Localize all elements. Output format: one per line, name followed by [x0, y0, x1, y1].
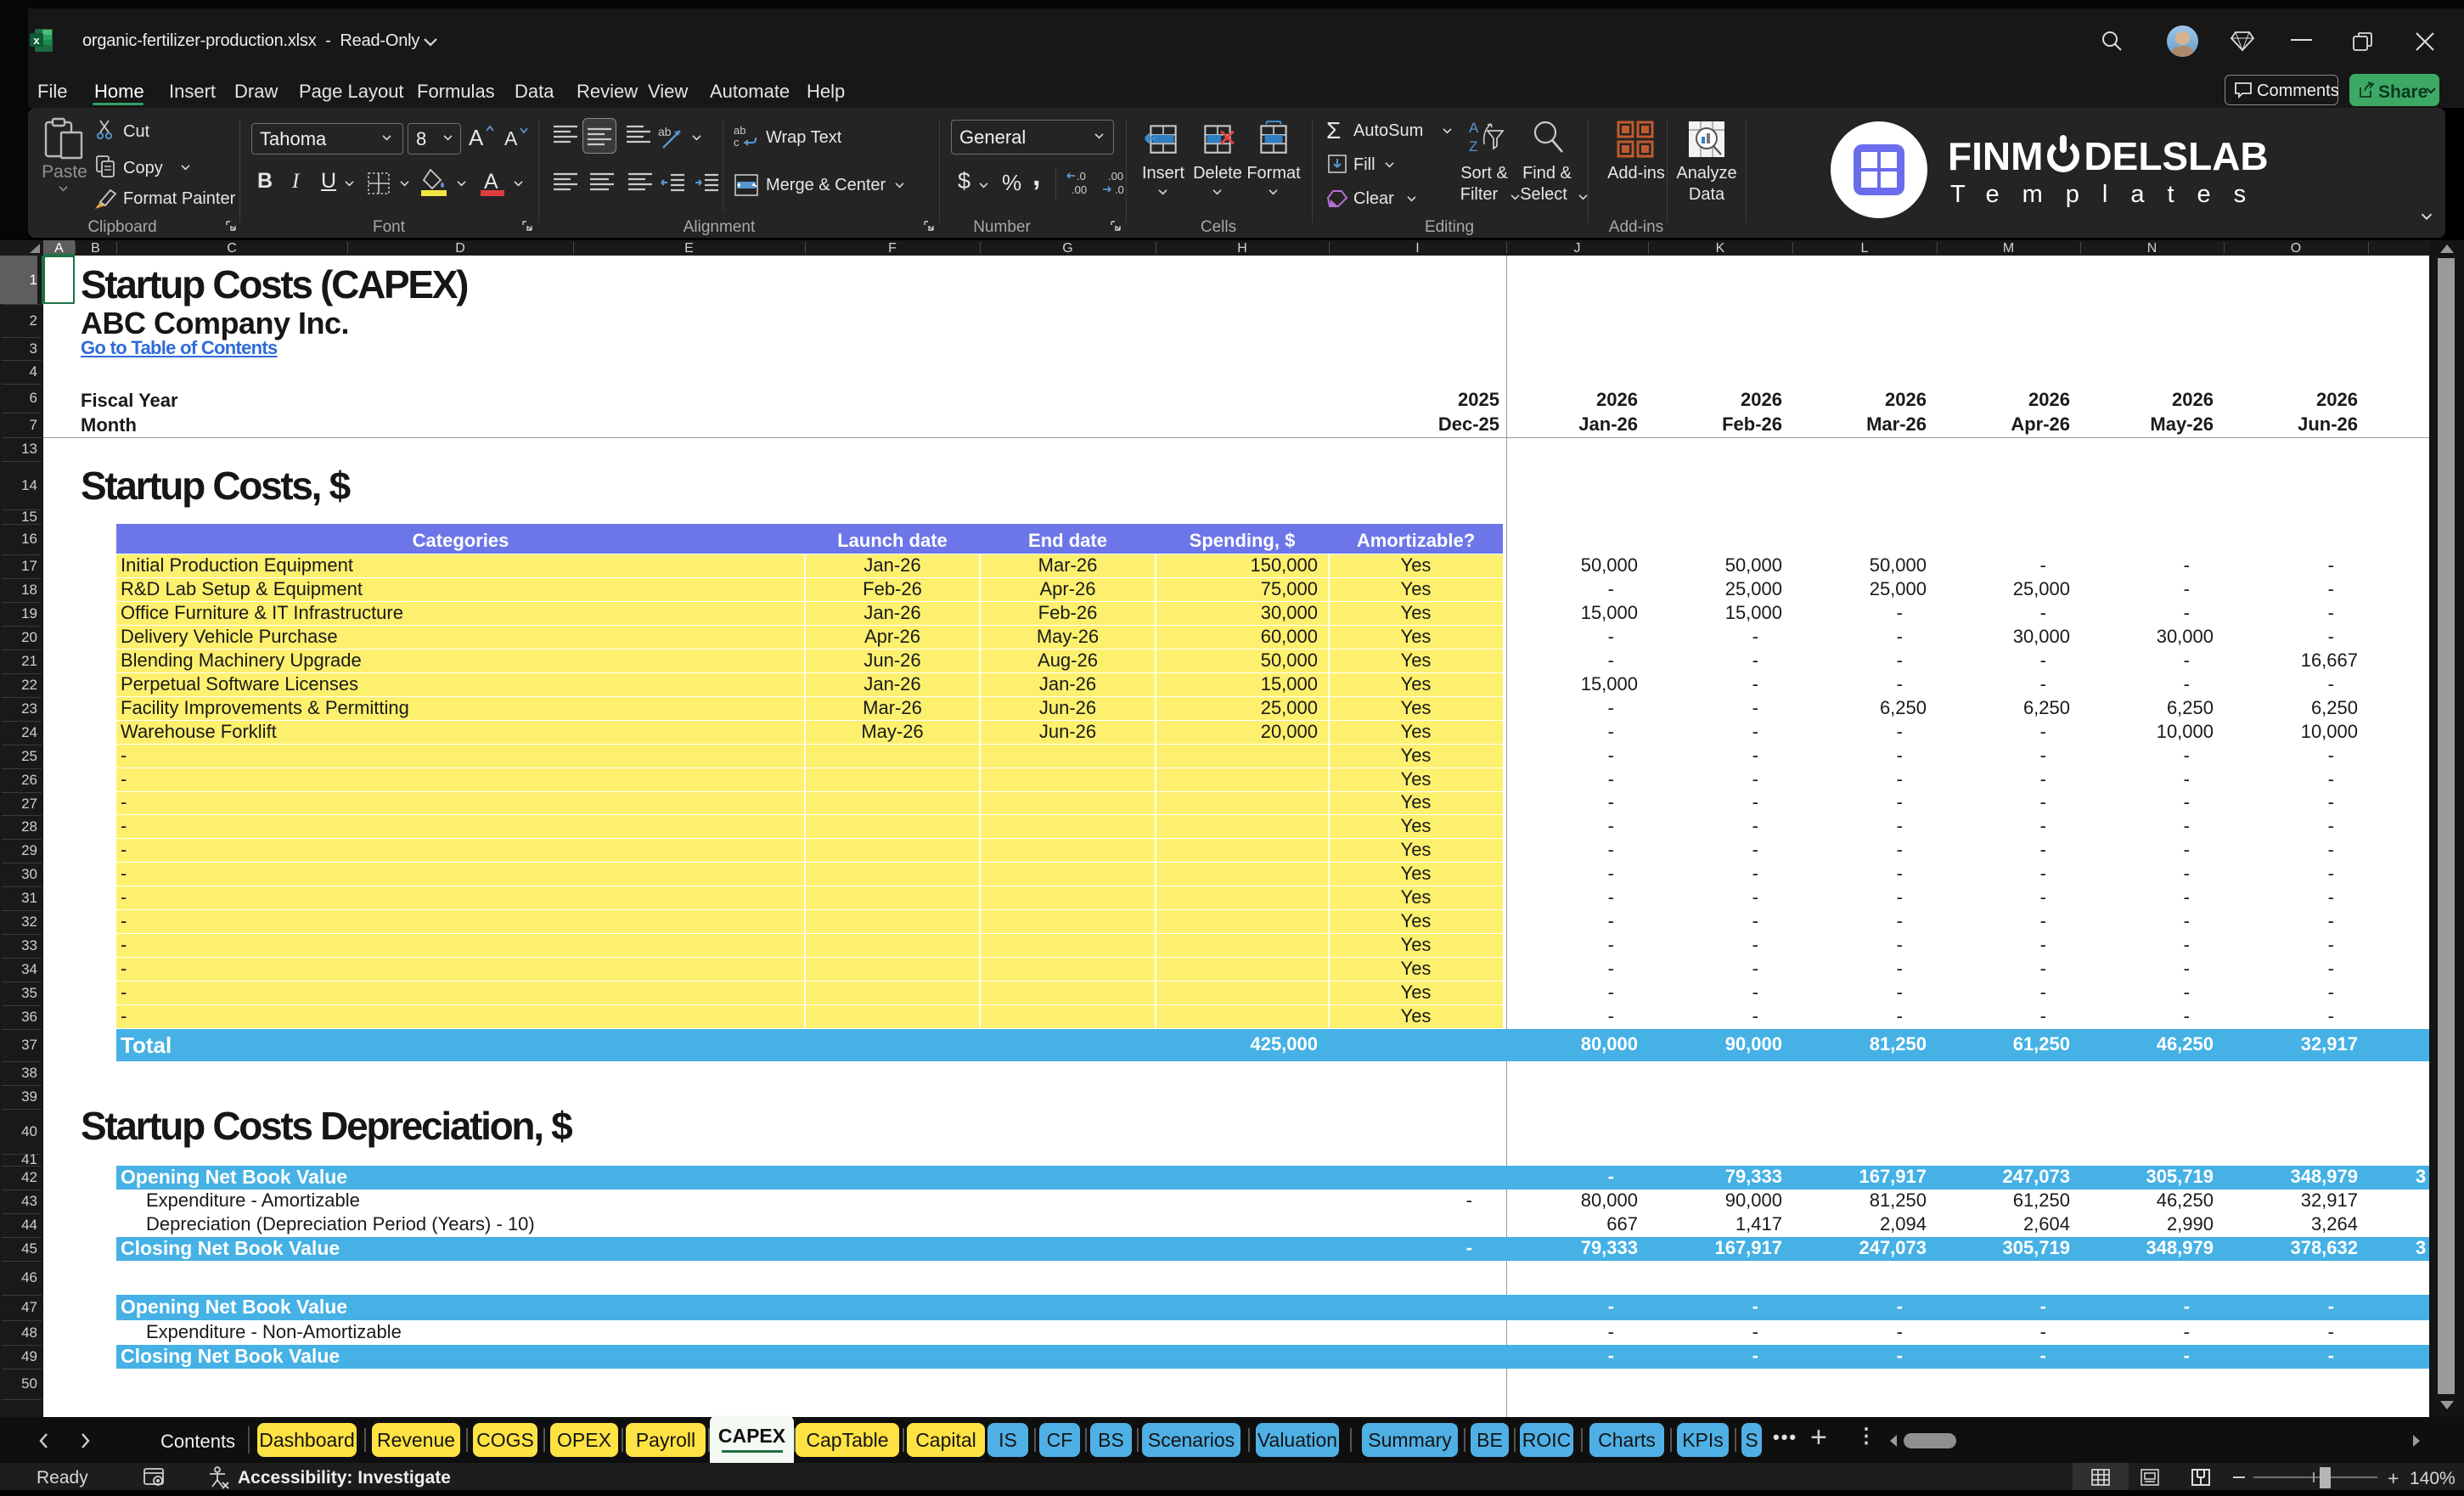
svg-text:.0: .0 — [1115, 183, 1124, 196]
svg-text:.0: .0 — [1077, 170, 1086, 183]
svg-text:.00: .00 — [1108, 170, 1123, 183]
svg-text:Z: Z — [1469, 138, 1477, 155]
svg-text:A: A — [1469, 120, 1479, 136]
svg-text:x: x — [33, 34, 40, 47]
svg-text:ab: ab — [658, 125, 672, 138]
svg-text:.00: .00 — [1072, 183, 1087, 196]
svg-text:ab: ab — [734, 124, 745, 137]
svg-text:c: c — [734, 136, 740, 149]
